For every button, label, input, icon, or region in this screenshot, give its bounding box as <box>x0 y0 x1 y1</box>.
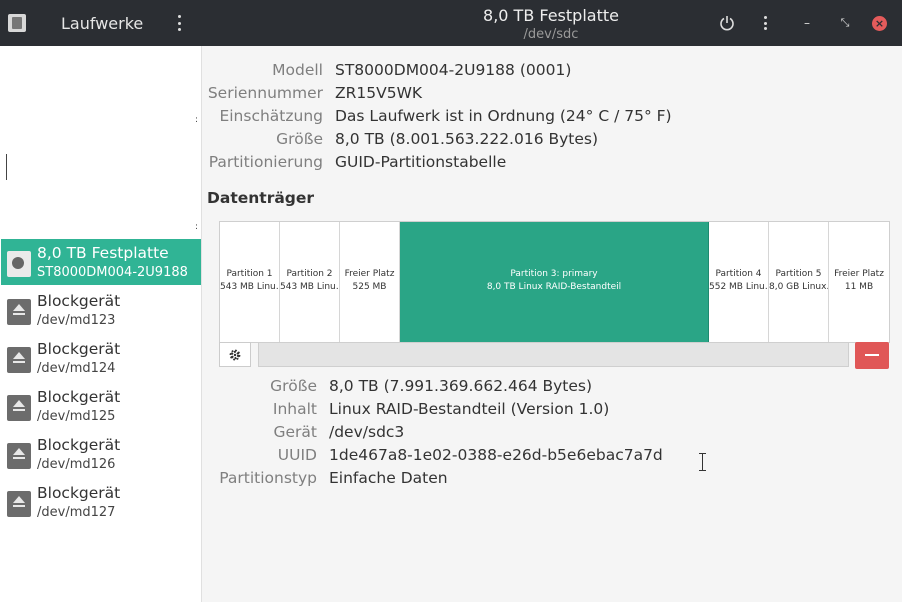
app-menu-button[interactable] <box>172 12 186 34</box>
block-device-icon <box>7 299 31 325</box>
sidebar-item-title: Blockgerät <box>37 388 121 406</box>
drive-details: Modell ST8000DM004-2U9188 (0001) Serienn… <box>202 46 902 602</box>
drive-menu-button[interactable] <box>754 12 776 34</box>
sidebar-title: Laufwerke <box>61 14 144 33</box>
volumes-title: Datenträger <box>207 189 315 207</box>
drive-sidebar: : : 8,0 TB Festplatte ST8000DM004-2U9188… <box>0 46 202 602</box>
disks-app-icon <box>8 14 26 32</box>
volume-info: 552 MB Linu… <box>709 282 769 292</box>
volume-info: 8,0 TB Linux RAID-Bestandteil <box>486 282 622 292</box>
volume-info: 525 MB <box>352 282 387 292</box>
menu-dots-icon <box>172 12 186 31</box>
disks-window: Laufwerke 8,0 TB Festplatte /dev/sdc – ⤡… <box>0 0 902 602</box>
volume-partition-2[interactable]: Partition 2 543 MB Linu… <box>280 222 340 342</box>
harddisk-icon <box>7 251 31 277</box>
sidebar-item-festplatte[interactable]: 8,0 TB Festplatte ST8000DM004-2U9188 <box>1 239 201 285</box>
partition-options-button[interactable] <box>219 342 251 367</box>
partition-size-value: 8,0 TB (7.991.369.662.464 Bytes) <box>329 377 593 395</box>
volume-partition-4[interactable]: Partition 4 552 MB Linu… <box>709 222 769 342</box>
close-icon: × <box>874 17 885 30</box>
volume-name: Freier Platz <box>344 269 395 279</box>
volume-usage-bar <box>258 342 849 367</box>
volume-map: Partition 1 543 MB Linu… Partition 2 543… <box>219 221 890 343</box>
volume-free-space-2[interactable]: Freier Platz 11 MB <box>829 222 889 342</box>
partition-type-label: Partitionstyp <box>219 469 317 487</box>
partitioning-label: Partitionierung <box>208 153 323 171</box>
mouse-ibeam-cursor <box>698 453 707 471</box>
window-title-area: 8,0 TB Festplatte /dev/sdc <box>420 6 682 42</box>
scroll-marker: : <box>195 222 199 232</box>
partitioning-value: GUID-Partitionstabelle <box>335 153 507 171</box>
assessment-label: Einschätzung <box>219 107 323 125</box>
volume-info: 543 MB Linu… <box>220 282 280 292</box>
sidebar-item-subtitle: /dev/md123 <box>37 313 116 328</box>
text-cursor <box>6 154 7 180</box>
serial-label: Seriennummer <box>207 84 323 102</box>
size-label: Größe <box>276 130 323 148</box>
power-off-button[interactable] <box>716 12 738 34</box>
partition-uuid-value: 1de467a8-1e02-0388-e26d-b5e6ebac7a7d <box>329 446 663 464</box>
volume-name: Partition 4 <box>715 269 762 279</box>
sidebar-item-title: Blockgerät <box>37 436 121 454</box>
model-label: Modell <box>272 61 323 79</box>
sidebar-item-md127[interactable]: Blockgerät /dev/md127 <box>1 479 201 525</box>
sidebar-item-subtitle: /dev/md127 <box>37 505 116 520</box>
header-bar: Laufwerke 8,0 TB Festplatte /dev/sdc – ⤡… <box>0 0 902 46</box>
delete-partition-button[interactable] <box>855 342 889 369</box>
partition-size-label: Größe <box>270 377 317 395</box>
sidebar-item-title: Blockgerät <box>37 292 121 310</box>
volume-free-space-1[interactable]: Freier Platz 525 MB <box>340 222 400 342</box>
restore-icon: ⤡ <box>840 16 850 29</box>
block-device-icon <box>7 347 31 373</box>
volume-info: 543 MB Linu… <box>280 282 340 292</box>
minimize-icon: – <box>804 16 810 30</box>
volume-name: Partition 1 <box>226 269 273 279</box>
volume-info: 8,0 GB Linux… <box>769 282 829 292</box>
sidebar-item-md125[interactable]: Blockgerät /dev/md125 <box>1 383 201 429</box>
power-icon <box>720 16 734 31</box>
sidebar-item-md123[interactable]: Blockgerät /dev/md123 <box>1 287 201 333</box>
sidebar-item-title: 8,0 TB Festplatte <box>37 244 169 262</box>
volume-name: Partition 2 <box>286 269 333 279</box>
scroll-marker: : <box>195 115 199 125</box>
gear-icon <box>229 349 241 361</box>
volume-name: Partition 3: primary <box>510 269 598 279</box>
window-title: 8,0 TB Festplatte <box>483 6 619 25</box>
volume-info: 11 MB <box>844 282 874 292</box>
restore-button[interactable]: ⤡ <box>834 12 856 34</box>
partition-content-label: Inhalt <box>272 400 317 418</box>
volume-partition-3[interactable]: Partition 3: primary 8,0 TB Linux RAID-B… <box>400 222 709 342</box>
close-button[interactable]: × <box>872 16 887 31</box>
menu-dots-icon <box>754 12 776 30</box>
sidebar-item-subtitle: /dev/md124 <box>37 361 116 376</box>
partition-content-value: Linux RAID-Bestandteil (Version 1.0) <box>329 400 610 418</box>
volume-partition-1[interactable]: Partition 1 543 MB Linu… <box>220 222 280 342</box>
volume-name: Freier Platz <box>834 269 884 279</box>
model-value: ST8000DM004-2U9188 (0001) <box>335 61 572 79</box>
block-device-icon <box>7 443 31 469</box>
sidebar-item-subtitle: /dev/md126 <box>37 457 116 472</box>
sidebar-item-subtitle: ST8000DM004-2U9188 <box>37 265 188 280</box>
partition-device-value: /dev/sdc3 <box>329 423 405 441</box>
block-device-icon <box>7 395 31 421</box>
partition-device-label: Gerät <box>273 423 318 441</box>
partition-type-value: Einfache Daten <box>329 469 448 487</box>
volume-toolbar <box>219 342 890 369</box>
serial-value: ZR15V5WK <box>335 84 423 102</box>
sidebar-item-subtitle: /dev/md125 <box>37 409 116 424</box>
size-value: 8,0 TB (8.001.563.222.016 Bytes) <box>335 130 599 148</box>
block-device-icon <box>7 491 31 517</box>
sidebar-item-title: Blockgerät <box>37 340 121 358</box>
sidebar-item-md124[interactable]: Blockgerät /dev/md124 <box>1 335 201 381</box>
partition-uuid-label: UUID <box>277 446 317 464</box>
minimize-button[interactable]: – <box>796 12 818 34</box>
sidebar-item-title: Blockgerät <box>37 484 121 502</box>
assessment-value: Das Laufwerk ist in Ordnung (24° C / 75°… <box>335 107 672 125</box>
volume-name: Partition 5 <box>775 269 822 279</box>
sidebar-item-md126[interactable]: Blockgerät /dev/md126 <box>1 431 201 477</box>
volume-partition-5[interactable]: Partition 5 8,0 GB Linux… <box>769 222 829 342</box>
window-subtitle: /dev/sdc <box>523 27 579 42</box>
